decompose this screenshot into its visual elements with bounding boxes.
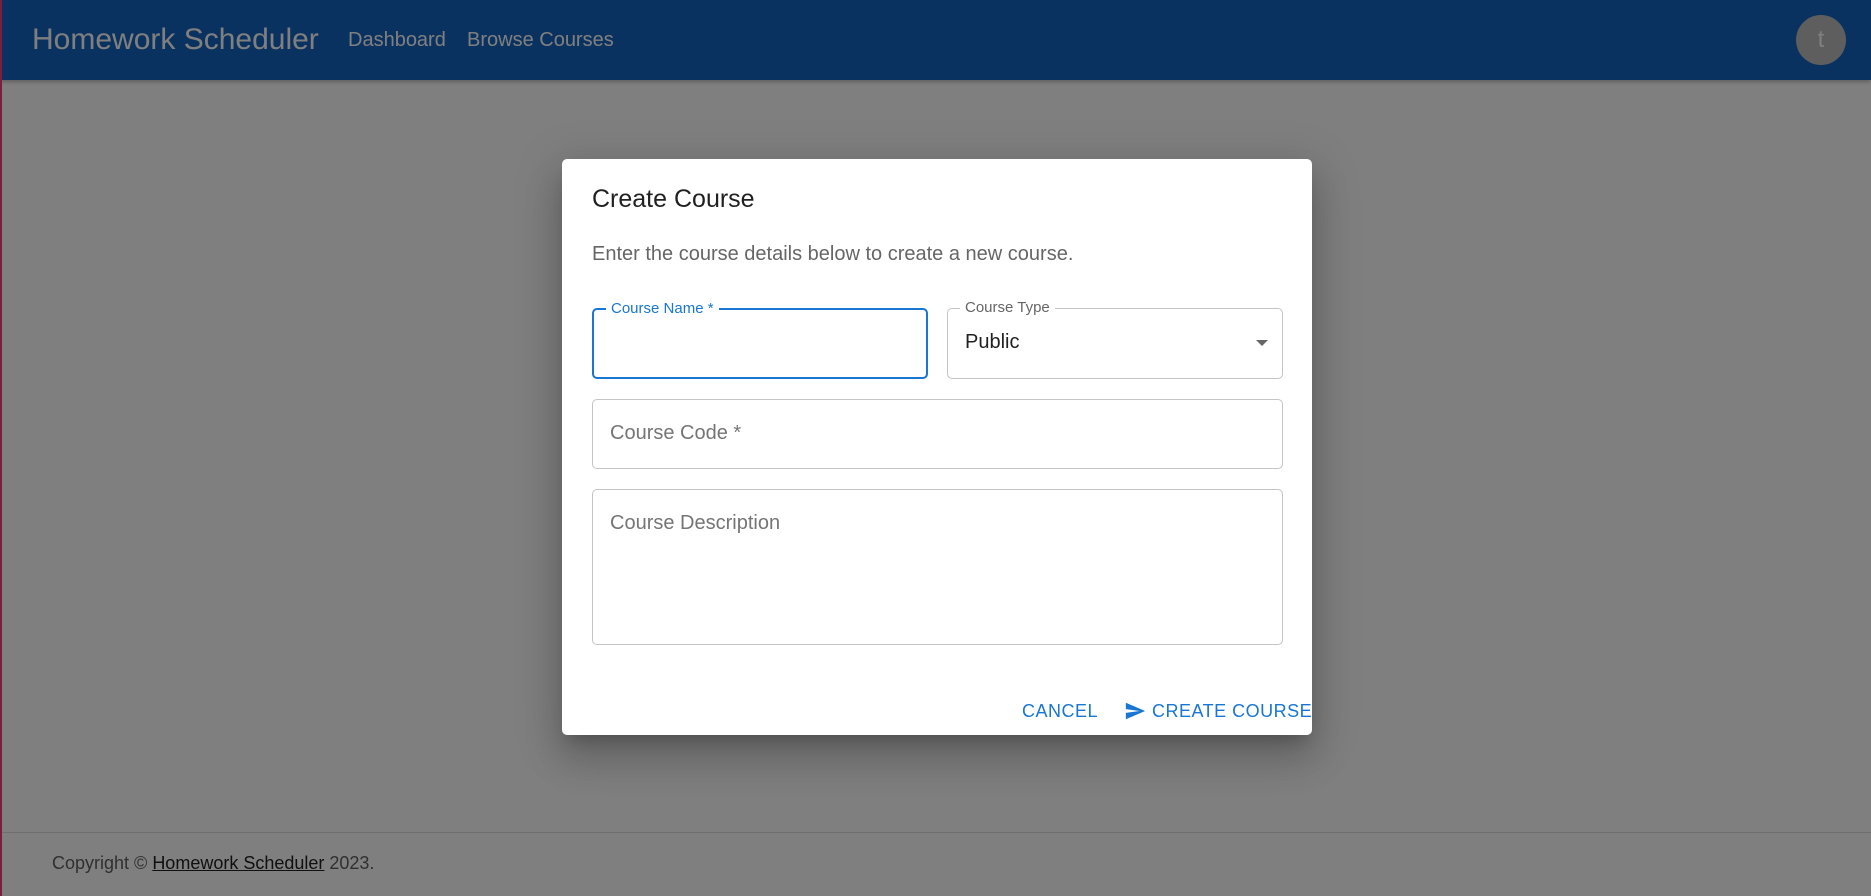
arrow-drop-down-icon (1256, 340, 1268, 346)
course-code-input[interactable]: Course Code * (592, 399, 1283, 469)
course-code-label: Course Code * (610, 422, 742, 444)
create-course-dialog: Create Course Enter the course details b… (562, 159, 1312, 735)
course-name-input[interactable]: Course Name * (592, 300, 928, 379)
dialog-actions: Cancel Create Course (562, 691, 1312, 731)
course-description-textarea[interactable]: Course Description (592, 489, 1283, 645)
course-type-label: Course Type (960, 299, 1055, 317)
dialog-title: Create Course (592, 185, 755, 213)
course-type-value: Public (965, 331, 1020, 353)
create-course-label: Create Course (1152, 701, 1313, 721)
window-edge (0, 0, 2, 896)
send-icon (1125, 702, 1146, 720)
dialog-description: Enter the course details below to create… (592, 243, 1074, 265)
cancel-button[interactable]: Cancel (1022, 691, 1098, 731)
course-description-label: Course Description (610, 512, 781, 534)
course-type-select[interactable]: Course Type Public (947, 299, 1283, 379)
course-name-label: Course Name * (606, 300, 719, 318)
